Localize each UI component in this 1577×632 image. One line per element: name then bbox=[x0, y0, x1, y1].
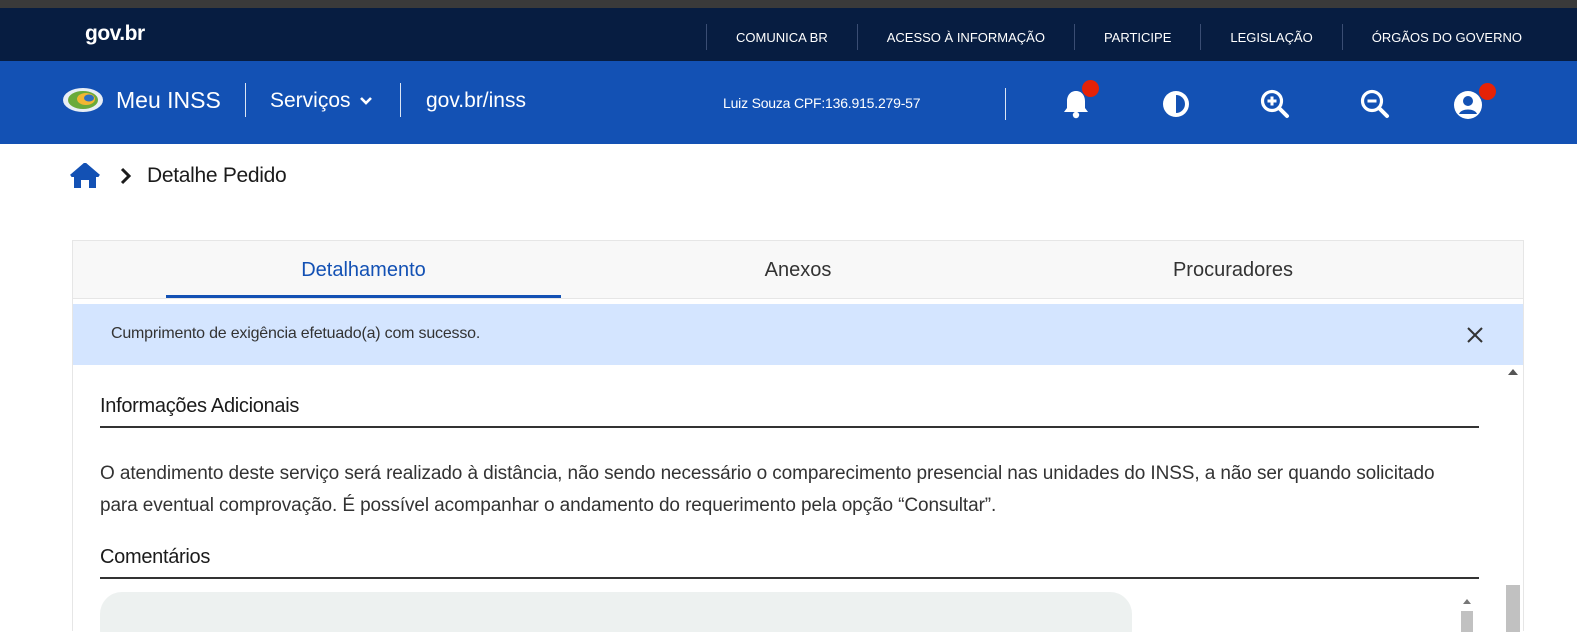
request-detail-panel: Detalhamento Anexos Procuradores Cumprim… bbox=[72, 240, 1524, 632]
header-divider bbox=[245, 83, 246, 117]
divider bbox=[100, 426, 1479, 428]
link-orgaos-governo[interactable]: ÓRGÃOS DO GOVERNO bbox=[1343, 30, 1522, 45]
servicos-label: Serviços bbox=[270, 89, 351, 112]
zoom-in-button[interactable] bbox=[1259, 87, 1291, 121]
link-participe[interactable]: PARTICIPE bbox=[1075, 30, 1200, 45]
zoom-in-icon bbox=[1260, 89, 1289, 118]
chevron-down-icon bbox=[359, 97, 372, 105]
inss-header: Meu INSS Serviços gov.br/inss Luiz Souza… bbox=[0, 61, 1577, 144]
comments-title: Comentários bbox=[100, 546, 211, 568]
user-info: Luiz Souza CPF:136.915.279-57 bbox=[723, 95, 921, 111]
zoom-out-icon bbox=[1360, 89, 1389, 118]
contrast-button[interactable] bbox=[1160, 87, 1192, 121]
tab-bar: Detalhamento Anexos Procuradores bbox=[73, 241, 1523, 299]
alert-message: Cumprimento de exigência efetuado(a) com… bbox=[111, 325, 481, 342]
govbr-bar: gov.br COMUNICA BR ACESSO À INFORMAÇÃO P… bbox=[0, 8, 1577, 61]
info-text: O atendimento deste serviço será realiza… bbox=[100, 463, 1435, 516]
success-alert: Cumprimento de exigência efetuado(a) com… bbox=[73, 304, 1523, 365]
zoom-out-button[interactable] bbox=[1359, 87, 1391, 121]
info-title: Informações Adicionais bbox=[100, 395, 300, 417]
notification-badge bbox=[1082, 80, 1099, 97]
link-acesso-informacao[interactable]: ACESSO À INFORMAÇÃO bbox=[858, 30, 1074, 45]
header-divider bbox=[1005, 88, 1006, 120]
scroll-up-icon[interactable] bbox=[1508, 369, 1518, 375]
servicos-menu[interactable]: Serviços bbox=[270, 89, 373, 113]
scroll-up-icon[interactable] bbox=[1463, 599, 1471, 604]
close-icon[interactable] bbox=[1465, 325, 1485, 345]
user-badge bbox=[1479, 83, 1496, 100]
divider bbox=[100, 577, 1479, 579]
tab-procuradores[interactable]: Procuradores bbox=[1068, 241, 1398, 299]
breadcrumb: Detalhe Pedido bbox=[69, 163, 287, 189]
tab-detalhamento[interactable]: Detalhamento bbox=[166, 241, 561, 299]
comment-card bbox=[100, 592, 1132, 632]
link-legislacao[interactable]: LEGISLAÇÃO bbox=[1201, 30, 1341, 45]
header-divider bbox=[400, 83, 401, 117]
meu-inss-brand[interactable]: Meu INSS bbox=[62, 86, 221, 114]
tab-anexos[interactable]: Anexos bbox=[633, 241, 963, 299]
scroll-thumb[interactable] bbox=[1461, 611, 1473, 632]
home-icon[interactable] bbox=[69, 163, 101, 189]
govbr-inss-link[interactable]: gov.br/inss bbox=[426, 89, 526, 113]
brand-label: Meu INSS bbox=[116, 86, 221, 113]
link-comunica-br[interactable]: COMUNICA BR bbox=[707, 30, 857, 45]
inss-logo-icon bbox=[63, 88, 103, 112]
govbr-logo[interactable]: gov.br bbox=[85, 22, 145, 46]
window-top-strip bbox=[0, 0, 1577, 8]
comment-scrollbar[interactable] bbox=[1459, 593, 1475, 632]
content-scroll-thumb[interactable] bbox=[1506, 585, 1520, 632]
chevron-right-icon bbox=[120, 167, 132, 185]
govbr-links: COMUNICA BR ACESSO À INFORMAÇÃO PARTICIP… bbox=[706, 23, 1522, 51]
contrast-icon bbox=[1163, 91, 1189, 117]
detail-content: Informações Adicionais O atendimento des… bbox=[73, 365, 1523, 632]
breadcrumb-current: Detalhe Pedido bbox=[147, 164, 287, 187]
